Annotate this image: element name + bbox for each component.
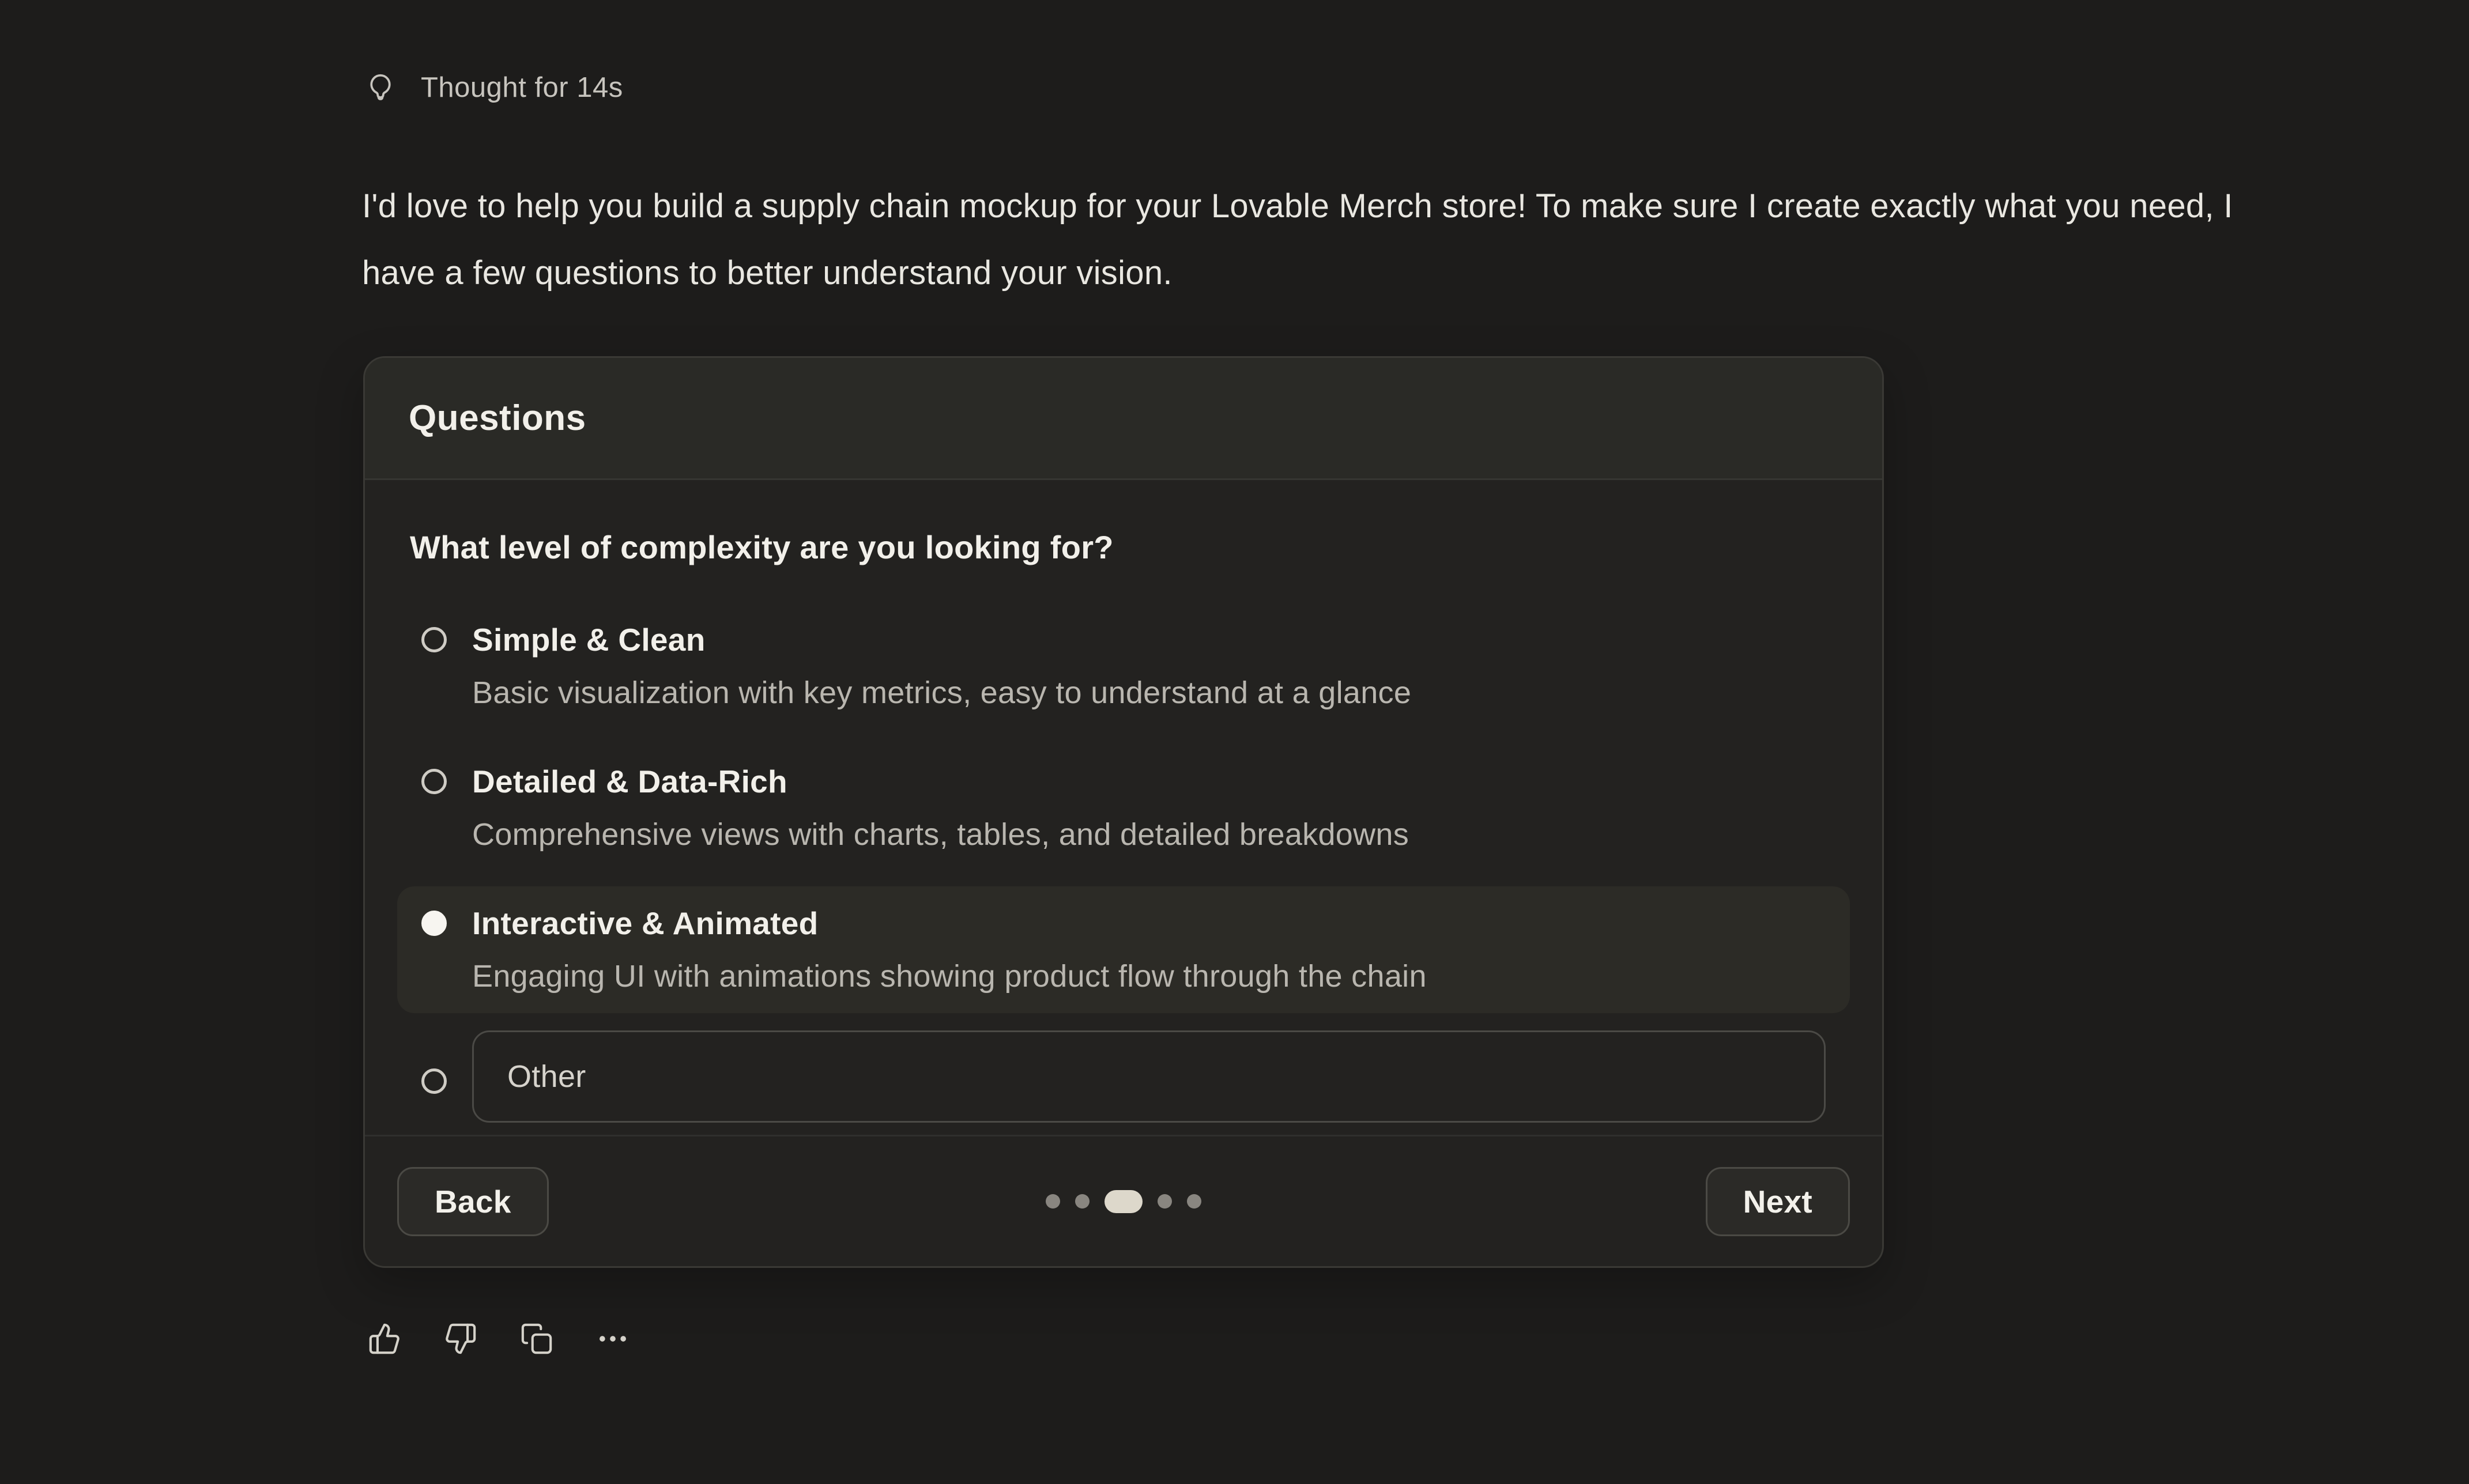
option-title: Detailed & Data-Rich <box>472 760 1409 803</box>
back-button[interactable]: Back <box>397 1167 549 1236</box>
message-actions <box>365 1320 632 1358</box>
option-interactive-animated[interactable]: Interactive & Animated Engaging UI with … <box>397 886 1850 1013</box>
pagination-dots <box>1046 1190 1201 1213</box>
radio-selected-icon[interactable] <box>421 911 447 936</box>
thought-label: Thought for 14s <box>421 71 623 104</box>
pagination-dot <box>1046 1194 1060 1209</box>
thought-summary[interactable]: Thought for 14s <box>363 70 623 105</box>
option-description: Basic visualization with key metrics, ea… <box>472 671 1411 715</box>
card-title: Questions <box>409 398 586 439</box>
radio-unselected-icon[interactable] <box>421 769 447 794</box>
questions-card: Questions What level of complexity are y… <box>363 356 1884 1268</box>
option-description: Comprehensive views with charts, tables,… <box>472 813 1409 856</box>
option-simple-clean[interactable]: Simple & Clean Basic visualization with … <box>397 603 1850 730</box>
radio-unselected-icon[interactable] <box>421 627 447 652</box>
pagination-dot <box>1075 1194 1090 1209</box>
copy-icon[interactable] <box>518 1320 556 1358</box>
pagination-dot <box>1158 1194 1172 1209</box>
option-description: Engaging UI with animations showing prod… <box>472 954 1427 998</box>
questions-card-header: Questions <box>365 358 1882 480</box>
option-detailed-data-rich[interactable]: Detailed & Data-Rich Comprehensive views… <box>397 745 1850 871</box>
option-title: Simple & Clean <box>472 618 1411 662</box>
other-option-input[interactable] <box>472 1030 1826 1123</box>
thumbs-up-icon[interactable] <box>365 1320 404 1358</box>
option-other[interactable] <box>397 1030 1850 1123</box>
assistant-message: I'd love to help you build a supply chai… <box>362 173 2241 307</box>
option-title: Interactive & Animated <box>472 901 1427 945</box>
questions-card-footer: Back Next <box>365 1135 1882 1266</box>
questions-card-body: What level of complexity are you looking… <box>365 480 1882 1135</box>
question-text: What level of complexity are you looking… <box>410 528 1837 566</box>
pagination-dot <box>1187 1194 1201 1209</box>
pagination-dot-active <box>1105 1190 1143 1213</box>
thumbs-down-icon[interactable] <box>442 1320 480 1358</box>
radio-unselected-icon[interactable] <box>421 1068 447 1094</box>
next-button[interactable]: Next <box>1706 1167 1850 1236</box>
more-options-icon[interactable] <box>594 1320 632 1358</box>
lightbulb-icon <box>363 70 398 105</box>
